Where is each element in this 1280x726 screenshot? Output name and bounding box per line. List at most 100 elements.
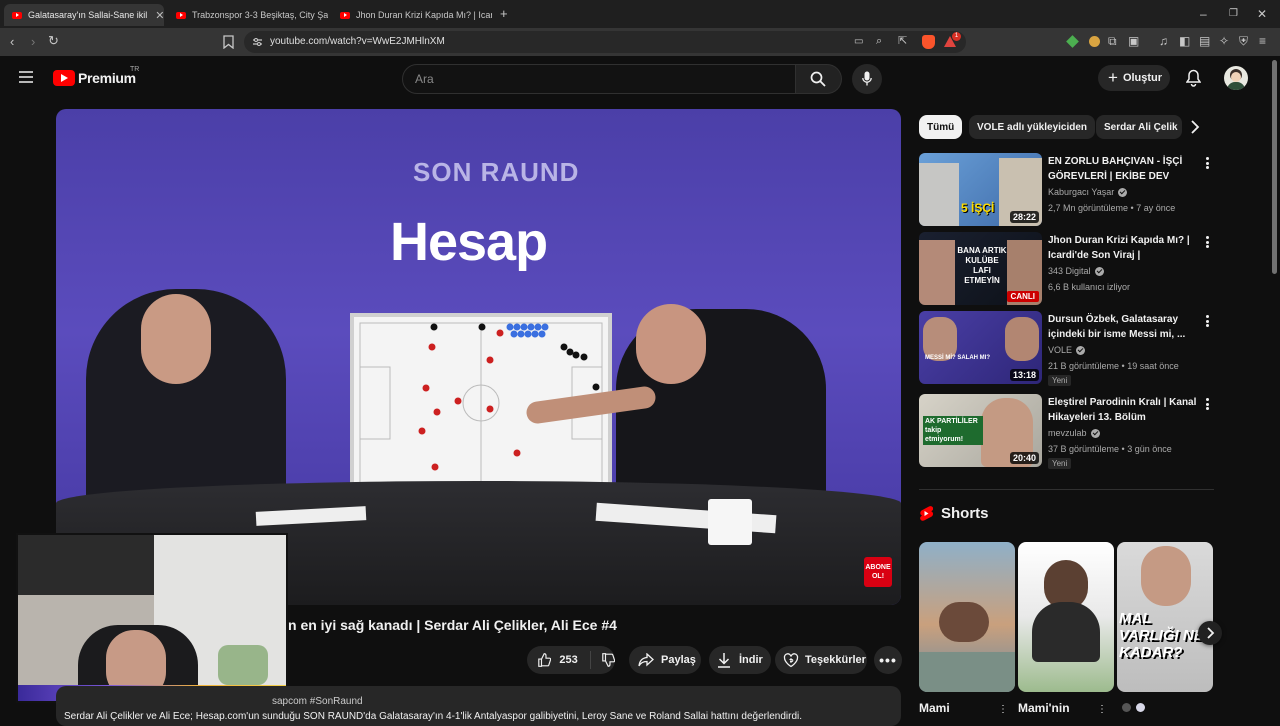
restore-icon[interactable]: ❐: [1229, 8, 1238, 20]
site-settings-icon[interactable]: [252, 37, 263, 47]
recommendation-title[interactable]: EN ZORLU BAHÇIVAN - İŞÇİ GÖREVLERİ | EKİ…: [1048, 154, 1198, 184]
region-code: TR: [130, 66, 140, 73]
channel-name[interactable]: mevzulab: [1048, 428, 1100, 438]
chip-all[interactable]: Tümü: [919, 115, 963, 139]
avatar[interactable]: [1224, 66, 1248, 90]
presenter-left-head: [141, 294, 211, 384]
create-label: Oluştur: [1122, 72, 1163, 84]
recommendation-item[interactable]: BANA ARTIK KULÜBE LAFI ETMEYİN CANLI Jho…: [919, 232, 1214, 305]
channel-name[interactable]: VOLE: [1048, 345, 1086, 355]
chip-serdar[interactable]: Serdar Ali Çelik: [1096, 115, 1182, 139]
sidebar-icon[interactable]: ◧: [1179, 35, 1190, 47]
recommendation-title[interactable]: Jhon Duran Krizi Kapıda Mı? | Icardi'de …: [1048, 233, 1198, 263]
page-scrollbar[interactable]: [1272, 60, 1277, 274]
browser-tab-active[interactable]: Galatasaray'ın Sallai-Sane ikil ✕: [4, 4, 164, 26]
more-options-icon[interactable]: [1202, 397, 1212, 411]
super-thanks-icon: [783, 653, 799, 668]
video-thumbnail[interactable]: MESSİ Mİ? SALAH MI? 13:18: [919, 311, 1042, 384]
minimize-icon[interactable]: –: [1200, 8, 1207, 20]
short-thumbnail[interactable]: [919, 542, 1015, 692]
recommendation-title[interactable]: Eleştirel Parodinin Kralı | Kanal Hikaye…: [1048, 395, 1198, 425]
like-icon[interactable]: [537, 652, 552, 668]
download-button[interactable]: İndir: [709, 646, 771, 674]
share-arrow-icon: [638, 653, 654, 667]
sponsor-logo: Hesap: [390, 212, 548, 272]
recommendation-item[interactable]: 5 İŞÇİ 28:22 EN ZORLU BAHÇIVAN - İŞÇİ GÖ…: [919, 153, 1214, 226]
close-tab-icon[interactable]: ✕: [155, 9, 164, 22]
short-title[interactable]: Mami'nin: [1018, 701, 1070, 715]
search-button[interactable]: [796, 64, 842, 94]
brave-shield-icon[interactable]: [922, 35, 935, 49]
short-more-icon[interactable]: ⋮: [1097, 704, 1107, 715]
address-bar[interactable]: youtube.com/watch?v=WwE2JMHlnXM ▭ ⌕ ⇱ 1: [244, 31, 966, 53]
verified-icon: [1094, 266, 1104, 276]
share-icon[interactable]: ⇱: [898, 35, 907, 47]
extension-icon[interactable]: ▣: [1128, 35, 1139, 47]
wallet-icon[interactable]: ▤: [1199, 35, 1210, 47]
extension-icon[interactable]: [1089, 36, 1100, 47]
search-input[interactable]: Ara: [402, 64, 796, 94]
video-thumbnail[interactable]: 5 İŞÇİ 28:22: [919, 153, 1042, 226]
video-thumbnail[interactable]: AK PARTİLİLER takip etmiyorum! 20:40: [919, 394, 1042, 467]
zoom-icon[interactable]: ⌕: [876, 35, 882, 47]
hamburger-menu-icon[interactable]: [19, 71, 33, 83]
vpn-icon[interactable]: ⛨: [1239, 35, 1248, 47]
bookmark-icon[interactable]: [223, 35, 234, 49]
section-divider: [919, 489, 1214, 490]
channel-label: Kaburgacı Yaşar: [1048, 187, 1115, 197]
youtube-logo-icon[interactable]: [53, 70, 75, 86]
short-thumbnail[interactable]: MAL VARLIĞI NE KADAR?: [1117, 542, 1213, 692]
menu-icon[interactable]: ≡: [1259, 35, 1266, 47]
browser-tab[interactable]: Jhon Duran Krizi Kapıda Mı? | Icardi'd: [332, 4, 492, 26]
forward-icon[interactable]: ›: [31, 35, 35, 48]
more-options-icon[interactable]: [1202, 314, 1212, 328]
recommendation-item[interactable]: AK PARTİLİLER takip etmiyorum! 20:40 Ele…: [919, 394, 1214, 469]
shorts-heading: Shorts: [919, 505, 989, 522]
channel-name[interactable]: 343 Digital: [1048, 266, 1104, 276]
video-title: n en iyi sağ kanadı | Serdar Ali Çelikle…: [288, 617, 617, 633]
create-button[interactable]: + Oluştur: [1098, 65, 1170, 91]
cast-icon[interactable]: ▭: [854, 36, 863, 48]
dislike-icon[interactable]: [601, 652, 615, 668]
more-options-icon[interactable]: [1202, 235, 1212, 249]
music-icon[interactable]: ♫: [1159, 35, 1168, 47]
short-thumbnail[interactable]: [1018, 542, 1114, 692]
chevron-right-icon[interactable]: [1190, 120, 1200, 134]
short-more-icon[interactable]: ⋮: [998, 704, 1008, 715]
extension-icon[interactable]: [1066, 35, 1079, 48]
puzzle-icon[interactable]: ⧉: [1108, 35, 1117, 47]
notifications-bell-icon[interactable]: [1186, 69, 1201, 87]
description-hashtags[interactable]: sapcom #SonRaund: [272, 696, 363, 707]
video-thumbnail[interactable]: BANA ARTIK KULÜBE LAFI ETMEYİN CANLI: [919, 232, 1042, 305]
shorts-logo-icon: [920, 506, 933, 521]
back-icon[interactable]: ‹: [10, 35, 14, 48]
tab-title: Galatasaray'ın Sallai-Sane ikil: [28, 10, 148, 20]
reload-icon[interactable]: ↻: [48, 34, 59, 47]
subscribe-badge[interactable]: ABONE OL!: [864, 557, 892, 587]
more-options-icon[interactable]: [1202, 156, 1212, 170]
thumbnail-text: MESSİ Mİ? SALAH MI?: [925, 355, 990, 361]
share-button[interactable]: Paylaş: [629, 646, 701, 674]
voice-search-button[interactable]: [852, 64, 882, 94]
close-window-icon[interactable]: ✕: [1257, 8, 1267, 20]
browser-tab-bar: Galatasaray'ın Sallai-Sane ikil ✕ Trabzo…: [0, 0, 1280, 28]
shorts-next-button[interactable]: [1198, 621, 1222, 645]
chip-from-uploader[interactable]: VOLE adlı yükleyiciden: [969, 115, 1096, 139]
recommendation-title[interactable]: Dursun Özbek, Galatasaray içindeki bir i…: [1048, 312, 1198, 342]
new-tab-icon[interactable]: +: [500, 7, 508, 20]
channel-name[interactable]: Kaburgacı Yaşar: [1048, 187, 1128, 197]
video-meta: 37 B görüntüleme • 3 gün önce: [1048, 444, 1172, 454]
verified-icon: [1076, 345, 1086, 355]
mug: [708, 499, 752, 545]
browser-tab[interactable]: Trabzonspor 3-3 Beşiktaş, City Şamp: [168, 4, 328, 26]
like-dislike-group: 253: [527, 646, 615, 674]
recommendation-item[interactable]: MESSİ Mİ? SALAH MI? 13:18 Dursun Özbek, …: [919, 311, 1214, 386]
leo-ai-icon[interactable]: ✧: [1219, 35, 1229, 47]
more-actions-button[interactable]: •••: [874, 646, 902, 674]
premium-logo-text[interactable]: Premium: [78, 70, 136, 86]
short-title[interactable]: Mami: [919, 701, 950, 715]
thanks-label: Teşekkürler: [805, 654, 866, 666]
duration-badge: 28:22: [1009, 211, 1039, 223]
video-player[interactable]: SON RAUND Hesap ABONE OL!: [56, 109, 901, 605]
thanks-button[interactable]: Teşekkürler: [775, 646, 867, 674]
